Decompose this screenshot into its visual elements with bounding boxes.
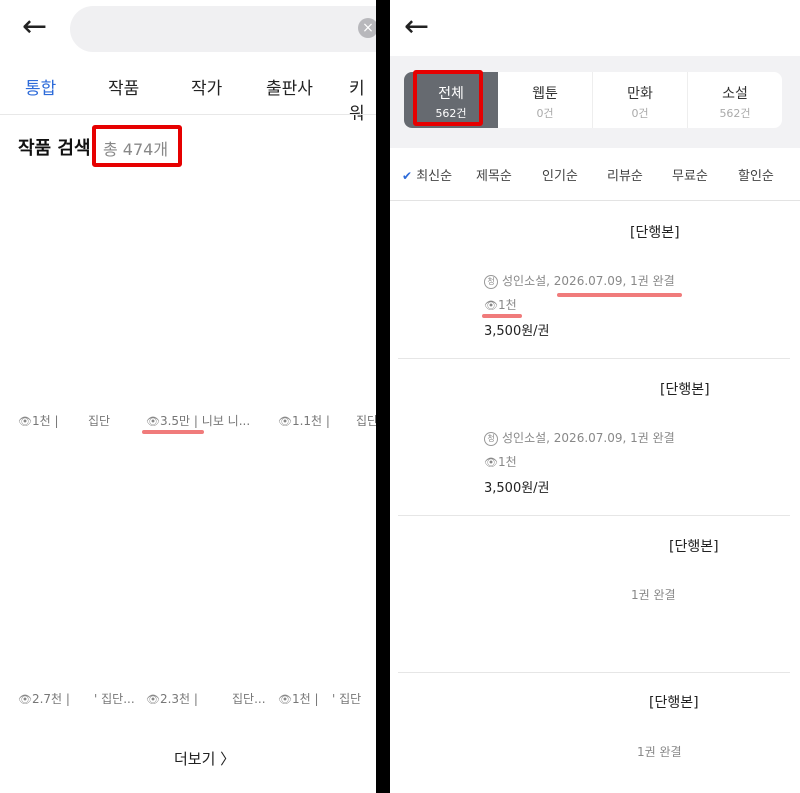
- item-views: 👁1천: [484, 453, 517, 470]
- views-count: 2.7천: [31, 692, 63, 706]
- arrow-left-icon[interactable]: ←: [404, 12, 429, 42]
- highlight-box: [413, 70, 483, 126]
- eye-icon: 👁: [146, 415, 160, 428]
- filter-comics[interactable]: 만화 0건: [593, 72, 687, 128]
- meta-label: |: [65, 692, 70, 706]
- list-item[interactable]: 👁3.5만 | 니보 니...: [146, 412, 250, 429]
- list-item[interactable]: 집단...: [232, 690, 266, 707]
- tab-works[interactable]: 작품: [108, 74, 139, 99]
- right-pane: ← 전체 562건 웹툰 0건 만화 0건 소설 562건 ✔ 최신순 제목순 …: [390, 0, 800, 793]
- eye-icon: 👁: [484, 456, 498, 469]
- item-meta: 청 성인소설, 2026.07.09, 1권 완결: [484, 272, 675, 289]
- divider: [398, 672, 790, 673]
- tab-publishers[interactable]: 출판사: [266, 74, 313, 99]
- item-price: 3,500원/권: [484, 481, 550, 496]
- arrow-left-icon[interactable]: ←: [22, 12, 47, 42]
- meta-label: 집단: [356, 414, 376, 428]
- tab-keywords[interactable]: 키워: [349, 74, 376, 124]
- divider: [398, 358, 790, 359]
- eye-icon: 👁: [278, 693, 292, 706]
- adult-badge-icon: 청: [484, 431, 498, 446]
- meta-label: |: [193, 692, 198, 706]
- eye-icon: 👁: [146, 693, 160, 706]
- list-item[interactable]: 👁1.1천 |: [278, 412, 330, 429]
- views-count: 1천: [291, 692, 311, 706]
- meta-label: |: [54, 414, 59, 428]
- meta-label: | 니보 니...: [193, 414, 251, 428]
- sort-title[interactable]: 제목순: [476, 165, 512, 184]
- views-count: 1천: [497, 455, 517, 469]
- list-item[interactable]: 👁2.7천 |: [18, 690, 70, 707]
- filter-label: 웹툰: [532, 86, 558, 102]
- sort-review[interactable]: 리뷰순: [607, 165, 643, 184]
- filter-webtoon[interactable]: 웹툰 0건: [498, 72, 592, 128]
- item-price: 3,500원/권: [484, 324, 550, 339]
- close-circle-icon[interactable]: ×: [358, 18, 376, 38]
- eye-icon: 👁: [278, 415, 292, 428]
- views-count: 1.1천: [291, 414, 323, 428]
- meta-label: ' 집단...: [94, 692, 135, 706]
- list-item[interactable]: 👁1천 |: [18, 412, 59, 429]
- eye-icon: 👁: [18, 693, 32, 706]
- eye-icon: 👁: [18, 415, 32, 428]
- sort-latest[interactable]: ✔ 최신순: [402, 165, 452, 184]
- sort-discount[interactable]: 할인순: [738, 165, 774, 184]
- filter-count: 562건: [719, 107, 751, 120]
- list-item[interactable]: ' 집단...: [94, 690, 135, 707]
- highlight-box: [92, 125, 182, 167]
- item-meta-text: 성인소설, 2026.07.09, 1권 완결: [502, 431, 675, 445]
- views-count: 2.3천: [159, 692, 191, 706]
- left-pane: ← × 통합 작품 작가 출판사 키워 작품 검색 총 474개 👁1천 | 집…: [0, 0, 376, 793]
- meta-label: 집단: [88, 414, 111, 428]
- divider: [0, 114, 376, 115]
- views-count: 1천: [497, 298, 517, 312]
- filter-label: 만화: [627, 86, 653, 102]
- highlight-underline: [482, 314, 522, 318]
- divider: [398, 515, 790, 516]
- list-item[interactable]: ' 집단: [332, 690, 361, 707]
- page-title: 작품 검색: [18, 138, 91, 159]
- tab-integrated[interactable]: 통합: [25, 74, 56, 99]
- sort-free[interactable]: 무료순: [672, 165, 708, 184]
- list-item[interactable]: 👁2.3천 |: [146, 690, 198, 707]
- item-title[interactable]: [단행본]: [660, 379, 710, 399]
- item-title[interactable]: [단행본]: [630, 222, 680, 242]
- highlight-underline: [557, 293, 682, 297]
- meta-label: |: [325, 414, 330, 428]
- list-item[interactable]: 👁1천 |: [278, 690, 319, 707]
- adult-badge-icon: 청: [484, 274, 498, 289]
- item-meta: 1권 완결: [637, 745, 682, 759]
- highlight-underline: [142, 430, 204, 434]
- divider: [390, 200, 800, 201]
- meta-label: |: [314, 692, 319, 706]
- filter-count: 0건: [631, 107, 649, 120]
- filter-count: 0건: [536, 107, 554, 120]
- meta-label: 집단...: [232, 692, 266, 706]
- sort-popular[interactable]: 인기순: [542, 165, 578, 184]
- filter-novel[interactable]: 소설 562건: [688, 72, 782, 128]
- item-meta-text: 성인소설, 2026.07.09, 1권 완결: [502, 274, 675, 288]
- tab-authors[interactable]: 작가: [191, 74, 222, 99]
- views-count: 1천: [31, 414, 51, 428]
- item-meta: 1권 완결: [631, 588, 676, 602]
- check-icon: ✔: [402, 169, 413, 183]
- more-button[interactable]: 더보기 〉: [174, 748, 235, 769]
- item-meta: 청 성인소설, 2026.07.09, 1권 완결: [484, 429, 675, 446]
- sort-label: 최신순: [416, 169, 453, 184]
- meta-label: ' 집단: [332, 692, 362, 706]
- list-item[interactable]: 집단: [88, 412, 110, 429]
- item-title[interactable]: [단행본]: [669, 536, 719, 556]
- list-item[interactable]: 집단: [356, 412, 376, 429]
- views-count: 3.5만: [159, 414, 191, 428]
- item-title[interactable]: [단행본]: [649, 692, 699, 712]
- search-input[interactable]: [70, 6, 376, 52]
- item-views: 👁1천: [484, 296, 517, 313]
- filter-label: 소설: [722, 86, 748, 102]
- eye-icon: 👁: [484, 299, 498, 312]
